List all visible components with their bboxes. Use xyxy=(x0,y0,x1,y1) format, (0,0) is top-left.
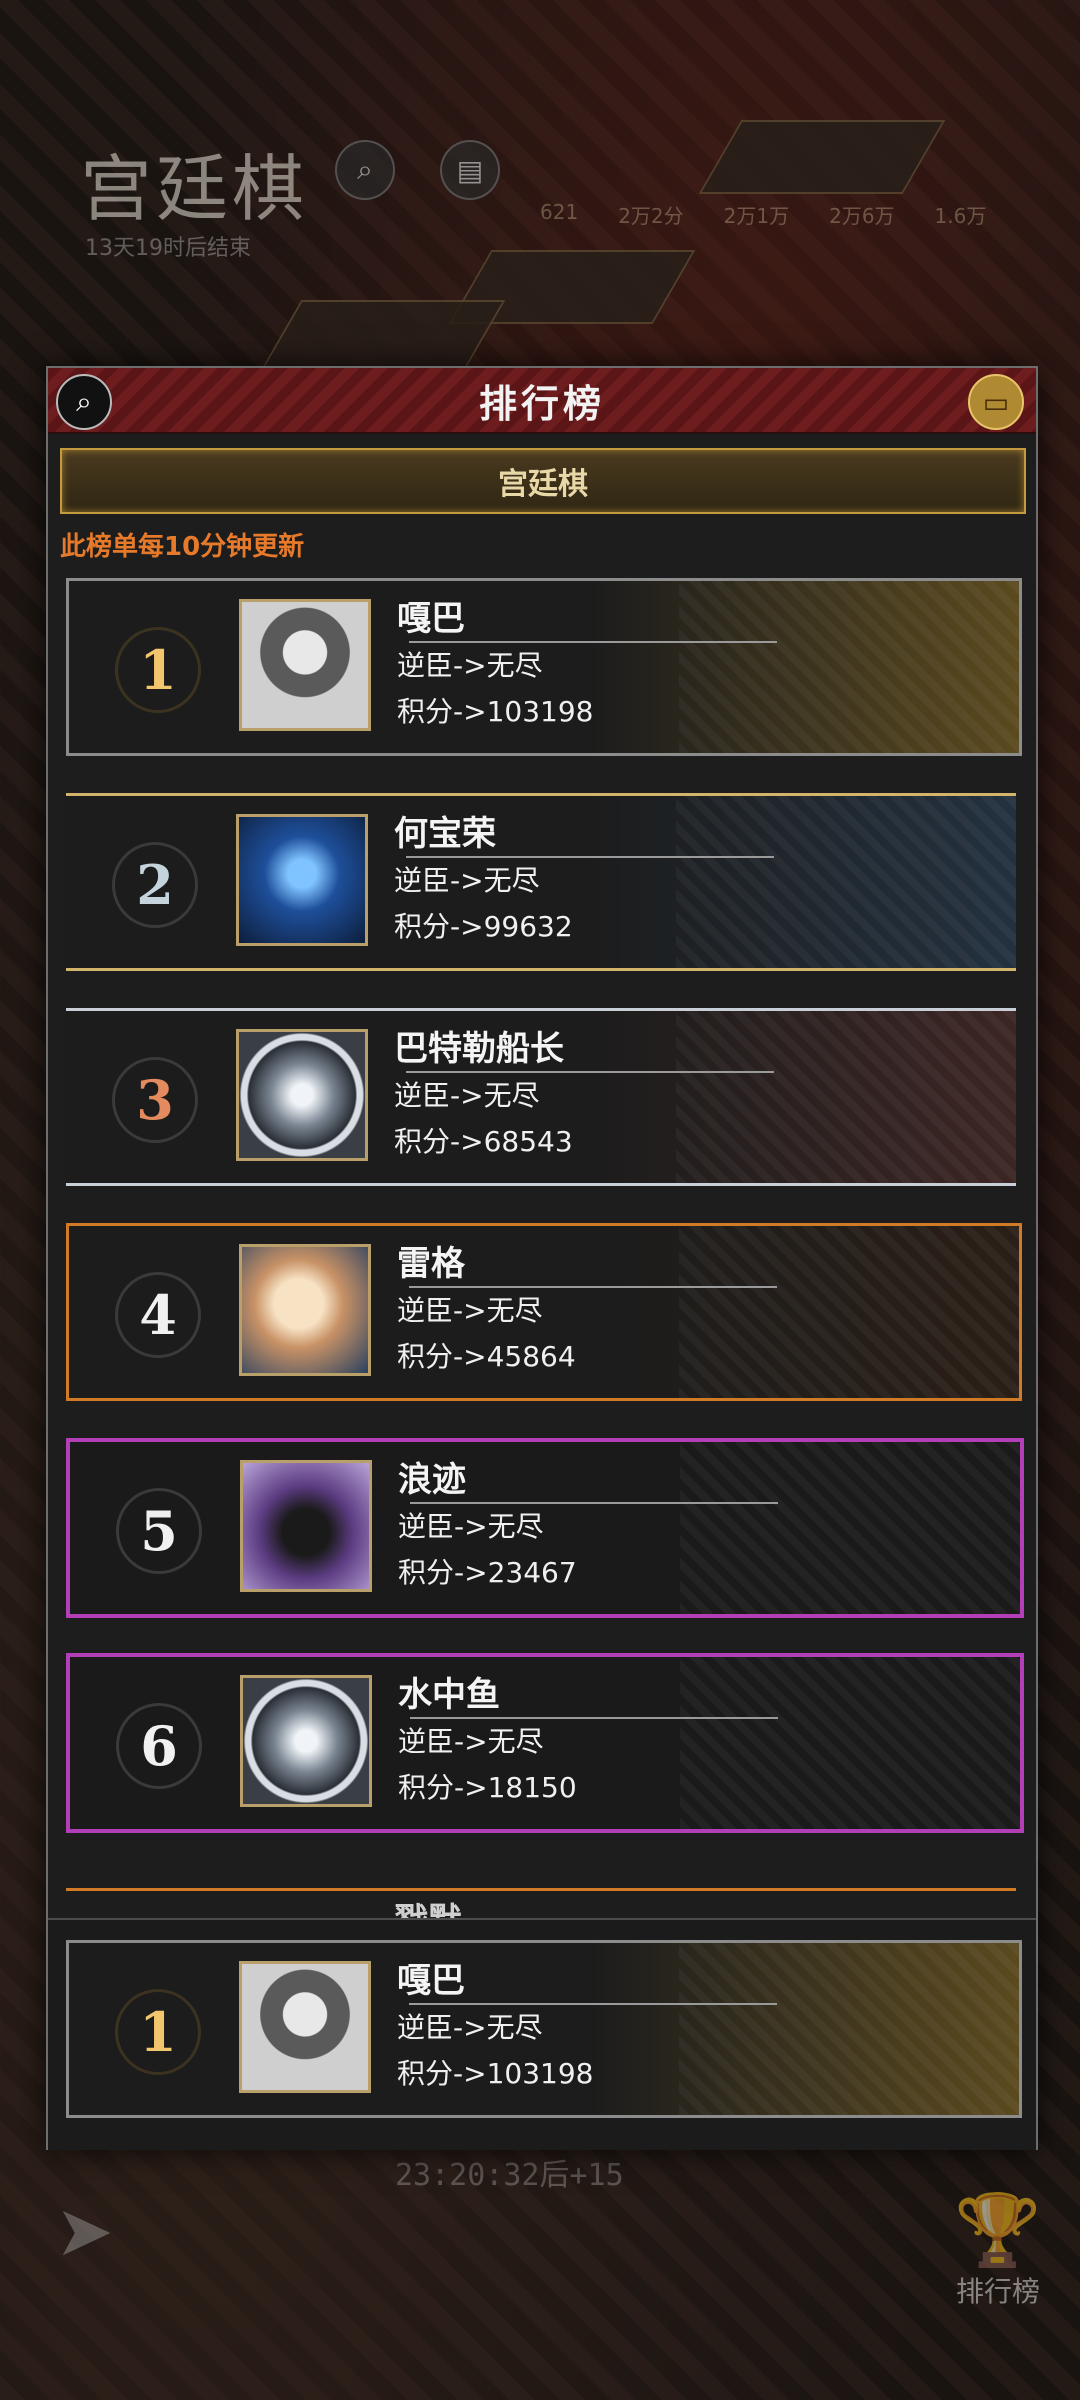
game-subtitle: 13天19时后结束 xyxy=(85,236,251,261)
book-icon[interactable]: ▤ xyxy=(440,140,500,200)
ranking-row[interactable]: 5 浪迹 逆臣->无尽 积分->23467 xyxy=(66,1438,1024,1618)
player-title: 逆臣->无尽 xyxy=(397,2011,543,2044)
player-name: 雷格 xyxy=(397,1244,465,1284)
rank-number: 5 xyxy=(116,1488,202,1574)
rank-number: 1 xyxy=(115,627,201,713)
stat-2: 2万1万 xyxy=(723,204,790,228)
stat-1: 2万2分 xyxy=(618,204,684,228)
ranking-shortcut-label: 排行榜 xyxy=(955,2275,1040,2308)
board-tile xyxy=(698,120,946,194)
player-score: 积分->18150 xyxy=(398,1771,577,1804)
avatar[interactable] xyxy=(239,599,371,731)
row-pattern xyxy=(679,1943,1019,2115)
row-pattern xyxy=(676,796,1016,968)
rank-number: 2 xyxy=(112,842,198,928)
player-score: 积分->45864 xyxy=(397,1340,576,1373)
search-icon[interactable]: ⌕ xyxy=(335,140,395,200)
stat-3: 2万6万 xyxy=(829,204,895,228)
self-ranking-row[interactable]: 1 嘎巴 逆臣->无尽 积分->103198 xyxy=(66,1940,1022,2118)
chest-icon[interactable]: ▭ xyxy=(968,374,1024,430)
row-pattern xyxy=(680,1657,1020,1829)
player-score: 积分->103198 xyxy=(397,695,594,728)
tab-label: 宫廷棋 xyxy=(498,467,588,502)
leaderboard-modal: ⌕ 排行榜 ▭ 宫廷棋 此榜单每10分钟更新 1 嘎巴 逆臣->无尽 积分->1… xyxy=(46,366,1038,2150)
player-title: 逆臣->无尽 xyxy=(394,864,540,897)
row-pattern xyxy=(679,581,1019,753)
self-rank-panel: 1 嘎巴 逆臣->无尽 积分->103198 xyxy=(48,1918,1036,2150)
fish-icon[interactable]: ➤ xyxy=(55,2190,114,2272)
row-pattern xyxy=(676,1011,1016,1183)
player-name: 水中鱼 xyxy=(398,1675,500,1715)
avatar[interactable] xyxy=(236,814,368,946)
rank-number: 4 xyxy=(115,1272,201,1358)
player-name: 嘎巴 xyxy=(397,599,465,639)
ranking-list[interactable]: 1 嘎巴 逆臣->无尽 积分->103198 2 何宝荣 逆臣->无尽 积分->… xyxy=(48,578,1036,1908)
resource-stats: 621 2万2分 2万1万 2万6万 1.6万 xyxy=(540,200,986,229)
ranking-row[interactable]: 3 巴特勒船长 逆臣->无尽 积分->68543 xyxy=(66,1008,1016,1186)
player-title: 逆臣->无尽 xyxy=(397,1294,543,1327)
avatar[interactable] xyxy=(239,1961,371,2093)
player-name: 浪迹 xyxy=(398,1460,466,1500)
rank-number: 3 xyxy=(112,1057,198,1143)
player-name: 巴特勒船长 xyxy=(394,1029,564,1069)
update-notice: 此榜单每10分钟更新 xyxy=(60,532,305,562)
rank-number: 1 xyxy=(115,1989,201,2075)
avatar[interactable] xyxy=(240,1675,372,1807)
avatar[interactable] xyxy=(239,1244,371,1376)
ranking-shortcut[interactable]: 🏆 排行榜 xyxy=(948,2190,1048,2310)
tab-court-chess[interactable]: 宫廷棋 xyxy=(60,448,1026,514)
avatar[interactable] xyxy=(240,1460,372,1592)
ranking-row[interactable]: 6 水中鱼 逆臣->无尽 积分->18150 xyxy=(66,1653,1024,1833)
modal-header: ⌕ 排行榜 ▭ xyxy=(48,368,1036,434)
modal-title: 排行榜 xyxy=(478,381,605,426)
stat-0: 621 xyxy=(540,200,579,224)
avatar[interactable] xyxy=(236,1029,368,1161)
player-score: 积分->103198 xyxy=(397,2057,594,2090)
player-title: 逆臣->无尽 xyxy=(398,1725,544,1758)
ranking-row[interactable]: 4 雷格 逆臣->无尽 积分->45864 xyxy=(66,1223,1022,1401)
player-name: 嘎巴 xyxy=(397,1961,465,2001)
ranking-row[interactable]: 1 嘎巴 逆臣->无尽 积分->103198 xyxy=(66,578,1022,756)
search-icon[interactable]: ⌕ xyxy=(56,374,112,430)
player-title: 逆臣->无尽 xyxy=(398,1510,544,1543)
player-score: 积分->23467 xyxy=(398,1556,577,1589)
player-title: 逆臣->无尽 xyxy=(397,649,543,682)
rank-number: 6 xyxy=(116,1703,202,1789)
trophy-icon: 🏆 xyxy=(954,2189,1042,2271)
row-pattern xyxy=(679,1226,1019,1398)
player-title: 逆臣->无尽 xyxy=(394,1079,540,1112)
countdown-timer: 23:20:32后+15 xyxy=(395,2158,624,2193)
player-score: 积分->68543 xyxy=(394,1125,573,1158)
player-score: 积分->99632 xyxy=(394,910,573,943)
row-pattern xyxy=(680,1442,1020,1614)
stat-4: 1.6万 xyxy=(934,204,987,228)
board-tile xyxy=(258,300,506,374)
game-title: 宫廷棋 xyxy=(80,147,309,231)
player-name: 何宝荣 xyxy=(394,814,496,854)
ranking-row[interactable]: 2 何宝荣 逆臣->无尽 积分->99632 xyxy=(66,793,1016,971)
